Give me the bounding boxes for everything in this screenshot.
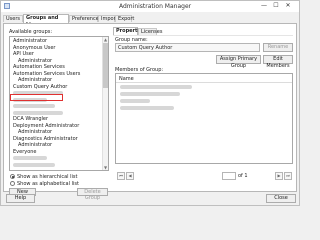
redacted-group-name — [13, 110, 63, 115]
tab-export[interactable]: Export — [115, 15, 134, 22]
members-pagination: ⏮ ◀ of 1 ▶ ⏭ — [117, 172, 293, 180]
group-list-item[interactable]: Automation Services — [13, 64, 65, 70]
help-button[interactable]: Help — [6, 194, 35, 203]
group-list-item[interactable]: Custom Query Author — [13, 84, 67, 90]
groups-tab-panel: Available groups: Administrator Anonymous… — [3, 23, 297, 201]
members-redacted-row — [120, 106, 174, 110]
hierarchical-radio[interactable] — [10, 174, 15, 179]
redacted-group-name — [13, 104, 55, 108]
close-icon[interactable]: ✕ — [283, 2, 293, 10]
group-list-item[interactable]: Deployment Administrator — [13, 123, 79, 129]
members-redacted-row — [120, 92, 180, 96]
alphabetical-label: Show as alphabetical list — [17, 181, 79, 187]
groups-list[interactable]: Administrator Anonymous User API User Admin… — [9, 36, 109, 171]
tab-preferences[interactable]: Preferences — [69, 15, 101, 22]
group-list-item[interactable]: Diagnostics Administrator — [13, 136, 78, 142]
group-list-item[interactable]: DCA Wrangler — [13, 116, 48, 122]
tab-import[interactable]: Import — [98, 15, 118, 22]
groups-scrollbar[interactable]: ▲ ▼ — [102, 37, 108, 170]
group-list-item[interactable]: Administrator — [18, 142, 52, 148]
page-number-input[interactable] — [222, 172, 236, 180]
members-redacted-row — [120, 85, 192, 89]
scroll-up-icon[interactable]: ▲ — [103, 37, 108, 42]
delete-group-button[interactable]: Delete Group — [77, 188, 108, 201]
scroll-down-icon[interactable]: ▼ — [103, 165, 108, 170]
page-of-label: of 1 — [238, 173, 248, 179]
assign-primary-group-button[interactable]: Assign Primary Group — [216, 55, 261, 69]
group-list-item[interactable]: Administrator — [18, 129, 52, 135]
next-page-icon[interactable]: ▶ — [275, 172, 283, 180]
group-list-item[interactable]: Administrator — [13, 38, 47, 44]
tab-properties[interactable]: Properties — [113, 27, 145, 35]
tab-users[interactable]: Users — [3, 15, 23, 22]
title-bar: Administration Manager — ☐ ✕ — [1, 1, 299, 12]
tab-licenses[interactable]: Licenses — [138, 28, 162, 35]
app-icon — [4, 3, 10, 9]
available-groups-label: Available groups: — [9, 29, 53, 35]
group-name-field[interactable]: Custom Query Author — [115, 43, 260, 52]
alphabetical-radio[interactable] — [10, 181, 15, 186]
prev-page-icon[interactable]: ◀ — [126, 172, 134, 180]
members-header-divider — [116, 82, 292, 83]
first-page-icon[interactable]: ⏮ — [117, 172, 125, 180]
minimize-icon[interactable]: — — [259, 2, 269, 10]
group-list-item[interactable]: Administrator — [18, 58, 52, 64]
window-title: Administration Manager — [119, 3, 192, 10]
last-page-icon[interactable]: ⏭ — [284, 172, 292, 180]
group-list-item[interactable]: Everyone — [13, 149, 37, 155]
members-redacted-row — [120, 99, 150, 103]
hierarchical-label: Show as hierarchical list — [17, 174, 78, 180]
group-list-item[interactable]: Administrator — [18, 77, 52, 83]
admin-manager-window: Administration Manager — ☐ ✕ Users Group… — [0, 0, 300, 206]
redacted-group-name — [13, 162, 55, 167]
rename-button[interactable]: Rename — [263, 43, 293, 52]
selected-group-highlight — [10, 94, 63, 101]
edit-members-button[interactable]: Edit Members — [263, 55, 293, 69]
maximize-icon[interactable]: ☐ — [271, 2, 281, 10]
members-list[interactable]: Name — [115, 73, 293, 164]
close-button[interactable]: Close — [266, 194, 296, 203]
group-list-item[interactable]: Automation Services Users — [13, 71, 80, 77]
scroll-thumb[interactable] — [103, 43, 108, 88]
redacted-group-name — [13, 156, 47, 160]
group-list-item[interactable]: Anonymous User — [13, 45, 55, 51]
details-divider — [113, 35, 293, 36]
tab-groups-and-licenses[interactable]: Groups and Licenses — [23, 14, 69, 28]
group-list-item[interactable]: API User — [13, 51, 34, 57]
